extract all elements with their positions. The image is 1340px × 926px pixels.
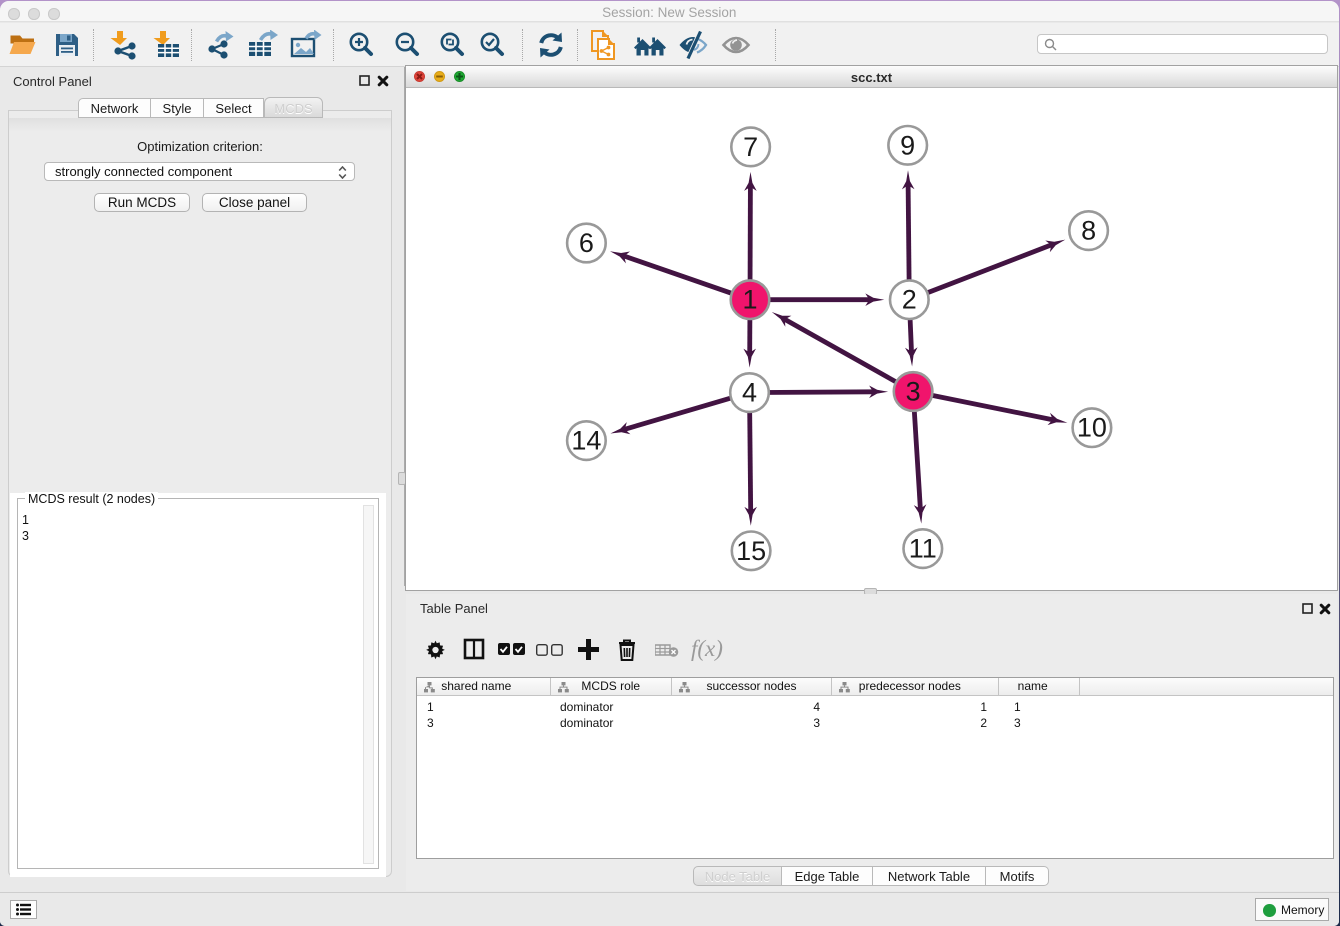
svg-text:2: 2 xyxy=(902,285,917,315)
svg-text:4: 4 xyxy=(742,378,757,408)
svg-text:9: 9 xyxy=(900,130,915,160)
svg-text:6: 6 xyxy=(579,228,594,258)
svg-text:10: 10 xyxy=(1077,413,1107,443)
svg-text:f(x): f(x) xyxy=(691,636,723,661)
svg-text:8: 8 xyxy=(1081,216,1096,246)
svg-text:14: 14 xyxy=(571,426,601,456)
svg-text:7: 7 xyxy=(743,132,758,162)
svg-text:1: 1 xyxy=(742,285,757,315)
svg-text:11: 11 xyxy=(909,534,937,564)
svg-text:15: 15 xyxy=(736,536,766,566)
svg-text:3: 3 xyxy=(906,377,921,407)
